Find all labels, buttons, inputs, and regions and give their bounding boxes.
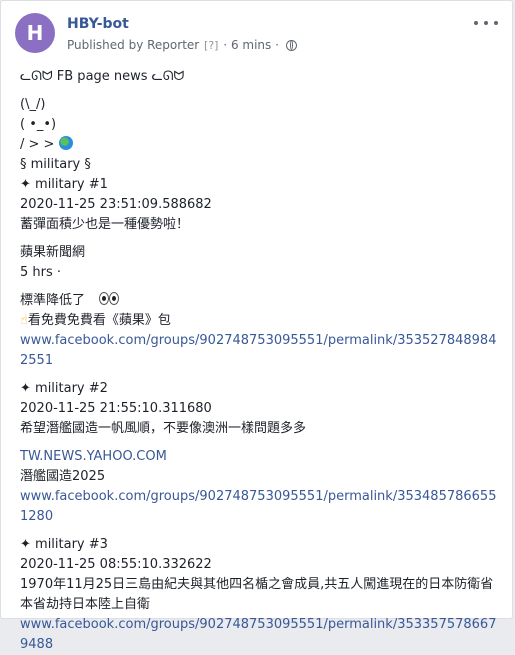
ascii-line-1: (\_/) [20, 97, 46, 112]
published-by-label: Published by Reporter [67, 38, 200, 52]
item-title: ✦ military #1 [20, 177, 108, 192]
permalink[interactable]: www.facebook.com/groups/902748753095551/… [20, 331, 502, 371]
item-timestamp: 2020-11-25 23:51:09.588682 [20, 197, 212, 212]
avatar[interactable]: H [15, 13, 55, 53]
globe-icon[interactable] [285, 40, 297, 51]
header-line: ᓚᘏᗢ FB page news ᓚᘏᗢ [20, 69, 185, 84]
earth-icon [58, 136, 73, 150]
dot [474, 21, 478, 25]
note-text: 看免費免費看《蘋果》包 [27, 313, 171, 328]
item-title: ✦ military #3 [20, 537, 108, 552]
post-time[interactable]: 6 mins [231, 38, 271, 52]
headline: 潛艦國造2025 [20, 469, 106, 484]
source-time: 5 hrs · [20, 265, 62, 280]
note-text: 標準降低了 [20, 293, 86, 308]
section-title: § military § [20, 157, 91, 172]
meta-separator: · [275, 38, 279, 52]
item-text: 希望潛艦國造一帆風順，不要像澳洲一樣問題多多 [20, 421, 307, 436]
more-options-icon[interactable] [474, 15, 498, 31]
item-timestamp: 2020-11-25 08:55:10.332622 [20, 557, 212, 572]
permalink[interactable]: www.facebook.com/groups/902748753095551/… [20, 487, 502, 527]
eyes-icon [99, 291, 120, 311]
reporter-hint[interactable]: [?] [204, 39, 218, 52]
post-meta: Published by Reporter [?] · 6 mins · [67, 38, 297, 52]
post-header: H HBY-bot Published by Reporter [?] · 6 … [15, 13, 498, 61]
post-card: H HBY-bot Published by Reporter [?] · 6 … [0, 0, 513, 652]
item-timestamp: 2020-11-25 21:55:10.311680 [20, 401, 212, 416]
ascii-line-2: ( •_•) [20, 117, 57, 132]
dot [484, 21, 488, 25]
note-line-1: 標準降低了 [20, 291, 502, 311]
item-text: 蓄彈面積少也是一種優勢啦！ [20, 217, 190, 232]
source-name: 蘋果新聞網 [20, 245, 86, 260]
post-body: ᓚᘏᗢ FB page news ᓚᘏᗢ (\_/) ( •_•) / > > … [20, 67, 502, 655]
ascii-text: / > > [20, 137, 55, 152]
source-link[interactable]: TW.NEWS.YAHOO.COM [20, 447, 502, 467]
item-title: ✦ military #2 [20, 381, 108, 396]
permalink[interactable]: www.facebook.com/groups/902748753095551/… [20, 615, 502, 655]
item-text: 1970年11月25日三島由紀夫與其他四名楯之會成員,共五人闖進現在的日本防衛省… [20, 577, 494, 612]
author-name[interactable]: HBY-bot [67, 16, 129, 32]
ascii-line-3: / > > [20, 135, 502, 155]
pointing-hand-icon: ☝ [20, 313, 28, 328]
dot [494, 21, 498, 25]
meta-separator: · [223, 38, 228, 52]
note-line-2: ☝看免費免費看《蘋果》包 [20, 311, 502, 331]
